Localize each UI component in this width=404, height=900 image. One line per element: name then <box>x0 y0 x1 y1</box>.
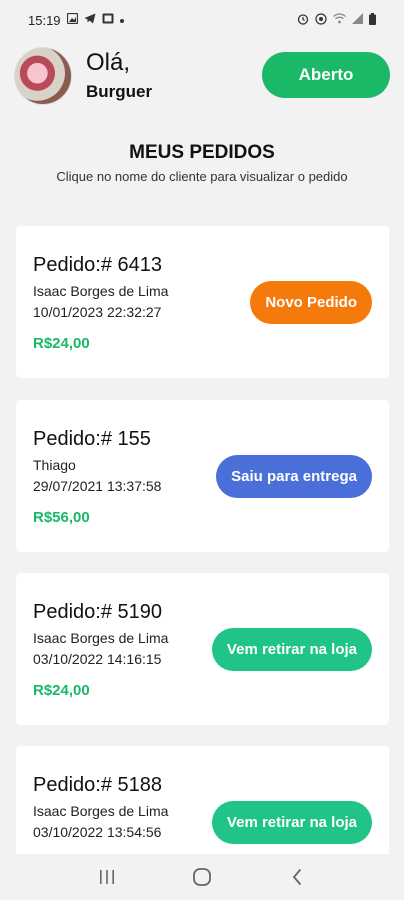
recent-apps-icon[interactable] <box>87 862 127 892</box>
order-id: Pedido:# 5190 <box>33 601 163 623</box>
store-avatar[interactable] <box>14 47 72 105</box>
wifi-icon <box>333 13 346 27</box>
status-bar: 15:19 <box>0 0 404 40</box>
order-price: R$24,00 <box>33 682 90 699</box>
customer-name[interactable]: Isaac Borges de Lima <box>33 803 168 819</box>
order-id: Pedido:# 5188 <box>33 774 163 796</box>
customer-name[interactable]: Thiago <box>33 457 76 473</box>
order-card[interactable]: Pedido:# 155 Thiago 29/07/2021 13:37:58 … <box>16 400 389 552</box>
order-date: 29/07/2021 13:37:58 <box>33 478 162 494</box>
image-icon <box>66 12 78 27</box>
order-price: R$56,00 <box>33 509 90 526</box>
order-status-button[interactable]: Vem retirar na loja <box>211 628 372 671</box>
page-title: MEUS PEDIDOS <box>129 142 275 163</box>
store-name: Burguer <box>86 82 153 101</box>
gallery-icon <box>102 13 114 27</box>
battery-icon <box>369 12 376 28</box>
status-time: 15:19 <box>28 12 61 28</box>
wireless-charging-icon <box>315 12 327 28</box>
customer-name[interactable]: Isaac Borges de Lima <box>33 283 168 299</box>
order-price: R$24,00 <box>33 335 90 352</box>
order-card[interactable]: Pedido:# 5188 Isaac Borges de Lima 03/10… <box>16 746 389 854</box>
order-id: Pedido:# 6413 <box>33 254 163 276</box>
order-date: 10/01/2023 22:32:27 <box>33 304 162 320</box>
order-card[interactable]: Pedido:# 5190 Isaac Borges de Lima 03/10… <box>16 573 389 725</box>
greeting-text: Olá, <box>86 49 131 76</box>
back-icon[interactable] <box>277 862 317 892</box>
customer-name[interactable]: Isaac Borges de Lima <box>33 630 168 646</box>
order-status-button[interactable]: Novo Pedido <box>250 281 372 324</box>
status-left: 15:19 <box>28 13 124 28</box>
home-icon[interactable] <box>182 862 222 892</box>
order-date: 03/10/2022 13:54:56 <box>33 824 162 840</box>
order-id: Pedido:# 155 <box>33 428 151 450</box>
order-status-button[interactable]: Saiu para entrega <box>216 455 372 498</box>
greeting: Olá, Burguer <box>86 50 152 102</box>
page-subtitle: Clique no nome do cliente para visualiza… <box>56 169 348 184</box>
order-date: 03/10/2022 14:16:15 <box>33 651 162 667</box>
order-card[interactable]: Pedido:# 6413 Isaac Borges de Lima 10/01… <box>16 226 389 378</box>
store-status-button[interactable]: Aberto <box>262 52 390 98</box>
signal-icon <box>352 13 363 27</box>
dot-icon <box>119 14 124 26</box>
telegram-icon <box>84 13 96 27</box>
navigation-bar <box>0 854 404 900</box>
order-status-button[interactable]: Vem retirar na loja <box>211 801 372 844</box>
orders-list[interactable]: Pedido:# 6413 Isaac Borges de Lima 10/01… <box>16 226 389 854</box>
header: Olá, Burguer Aberto <box>0 44 404 108</box>
alarm-icon <box>297 13 309 28</box>
status-right <box>297 12 376 28</box>
